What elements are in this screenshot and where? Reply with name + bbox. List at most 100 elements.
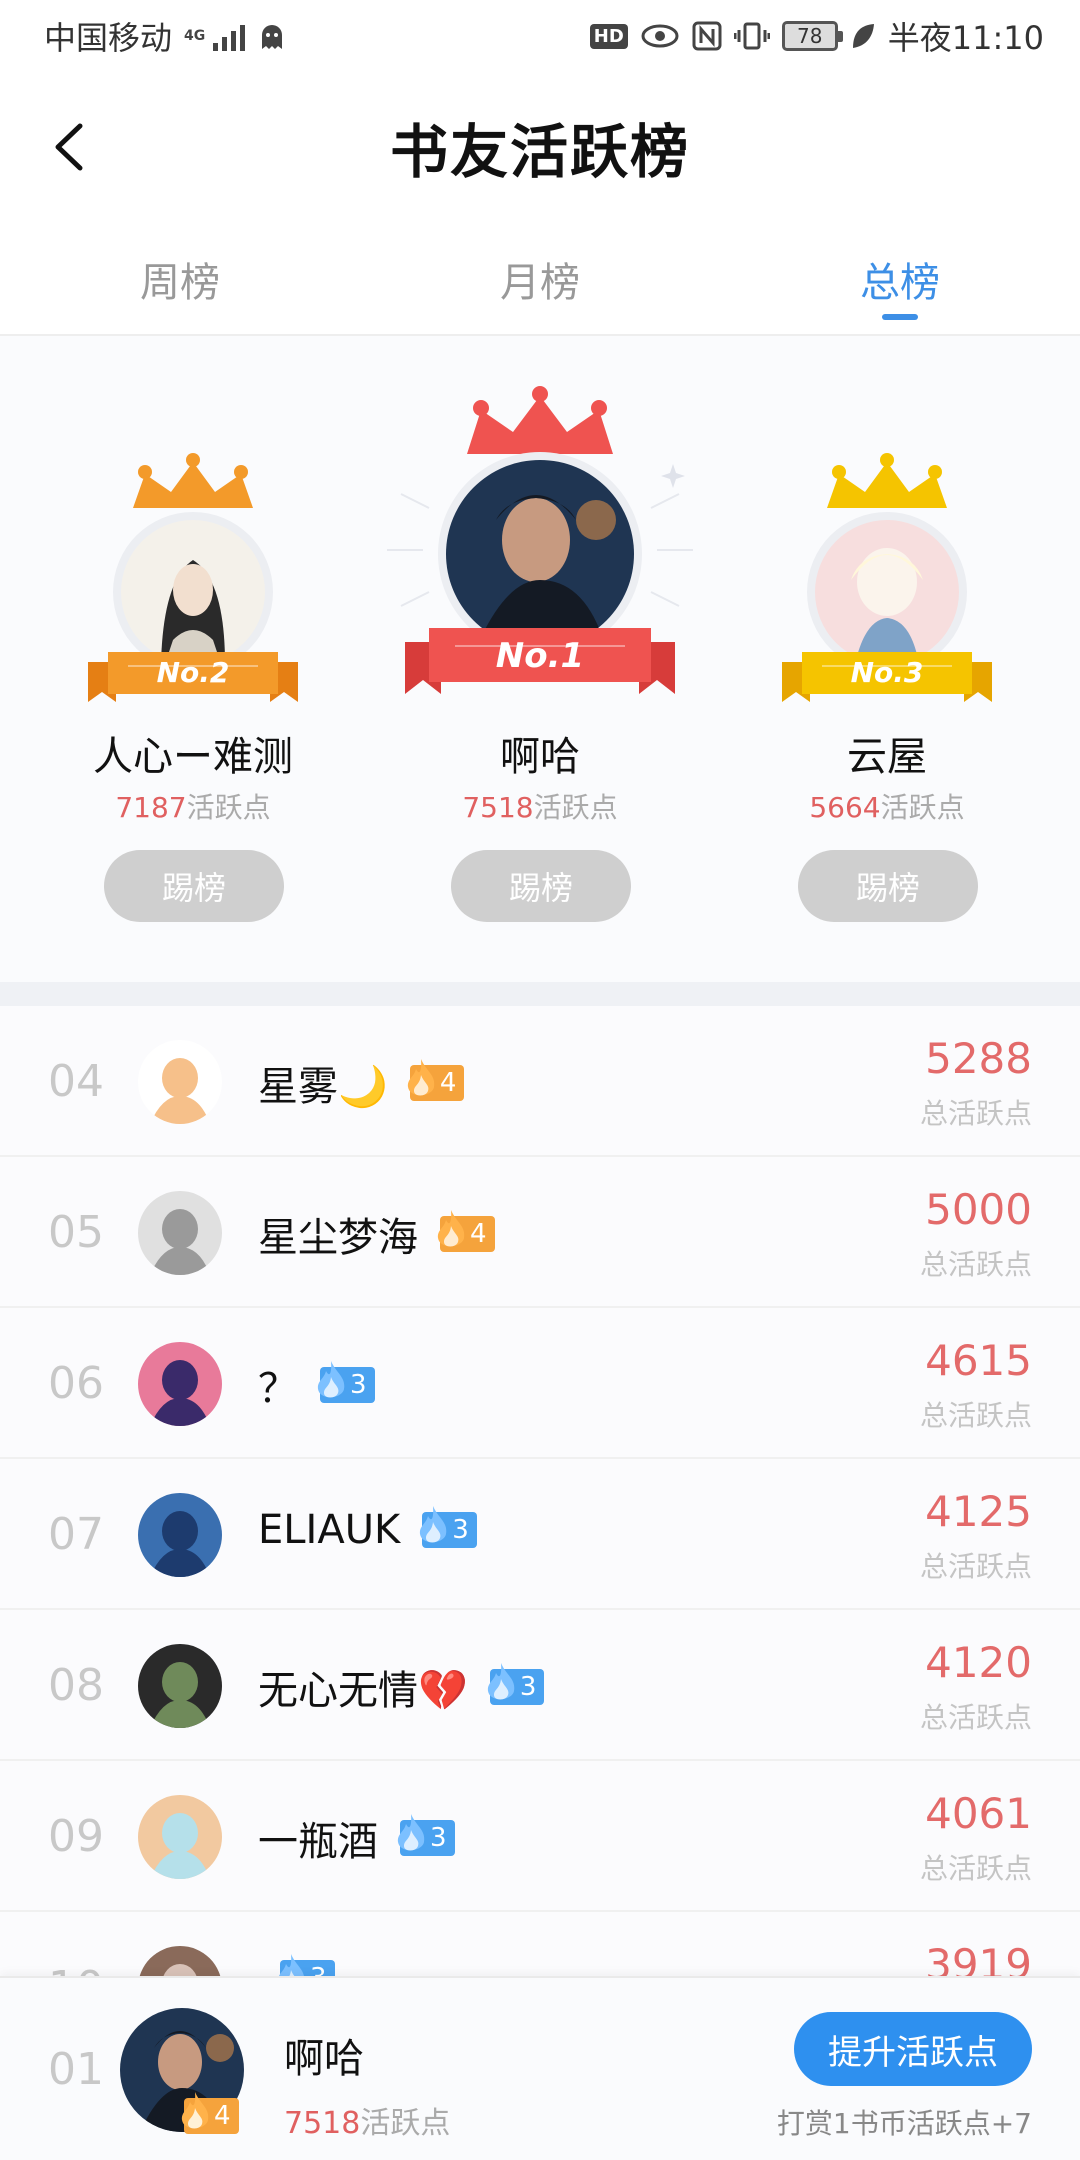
score-value: 7518 bbox=[462, 791, 534, 824]
score-value: 7187 bbox=[115, 791, 187, 824]
activity-score: 5000 bbox=[925, 1185, 1032, 1234]
activity-score-label: 总活跃点 bbox=[919, 1701, 1032, 1734]
rank-number: 04 bbox=[48, 1056, 104, 1107]
podium-score: 7187活跃点 bbox=[20, 786, 366, 826]
rank-badge-label: No.1 bbox=[495, 636, 585, 676]
list-item[interactable]: 06？ 3 4615 总活跃点 bbox=[0, 1308, 1080, 1459]
avatar[interactable] bbox=[138, 1795, 222, 1879]
boost-activity-button[interactable]: 提升活跃点 bbox=[794, 2012, 1032, 2086]
activity-score: 5288 bbox=[925, 1034, 1032, 1083]
nfc-icon bbox=[692, 21, 722, 51]
list-item[interactable]: 07 ELIAUK 3 4125 总活跃点 bbox=[0, 1459, 1080, 1610]
kick-button[interactable]: 踢榜 bbox=[104, 850, 284, 922]
flame-icon bbox=[407, 1059, 435, 1096]
level-number: 4 bbox=[470, 1219, 487, 1249]
list-item[interactable]: 1033919总活跃点 bbox=[0, 1912, 1080, 1976]
avatar[interactable] bbox=[138, 1191, 222, 1275]
list-item[interactable]: 05 星尘梦海 4 5000 总活跃点 bbox=[0, 1157, 1080, 1308]
rank-number: 08 bbox=[48, 1660, 104, 1711]
level-badge: 3 bbox=[487, 1663, 545, 1705]
activity-score: 4125 bbox=[925, 1487, 1032, 1536]
podium-score: 7518活跃点 bbox=[367, 786, 713, 826]
level-badge: 3 bbox=[397, 1814, 455, 1856]
user-name: 星尘梦海 bbox=[258, 1215, 418, 1261]
level-badge: 4 bbox=[407, 1059, 465, 1101]
leaf-icon bbox=[852, 24, 874, 48]
activity-score-label: 总活跃点 bbox=[919, 1550, 1032, 1583]
flame-icon bbox=[397, 1814, 425, 1851]
podium-name: 云屋 bbox=[847, 734, 927, 780]
rank-number: 10 bbox=[48, 1962, 104, 1976]
avatar[interactable] bbox=[138, 1946, 222, 1976]
eye-icon bbox=[641, 24, 679, 48]
avatar[interactable] bbox=[138, 1493, 222, 1577]
rank-number: 05 bbox=[48, 1207, 104, 1258]
kick-button[interactable]: 踢榜 bbox=[798, 850, 978, 922]
score-unit: 活跃点 bbox=[186, 791, 271, 824]
podium-third: No.3 云屋 5664活跃点 踢榜 bbox=[714, 336, 1060, 982]
user-name: 星雾🌙 bbox=[258, 1064, 388, 1110]
level-number: 3 bbox=[350, 1370, 367, 1400]
score-value: 5664 bbox=[809, 791, 881, 824]
list-item[interactable]: 08 无心无情💔 3 4120 总活跃点 bbox=[0, 1610, 1080, 1761]
page-title: 书友活跃榜 bbox=[389, 118, 690, 186]
kick-button[interactable]: 踢榜 bbox=[451, 850, 631, 922]
level-badge: 3 bbox=[420, 1506, 477, 1548]
activity-score-label: 总活跃点 bbox=[919, 1248, 1032, 1281]
battery-icon: 78 bbox=[781, 21, 843, 51]
level-number: 3 bbox=[430, 1823, 447, 1853]
avatar[interactable] bbox=[138, 1040, 222, 1124]
podium-score: 5664活跃点 bbox=[714, 786, 1060, 826]
rank-badge-label: No.2 bbox=[156, 656, 230, 689]
rank-number: 09 bbox=[48, 1811, 104, 1862]
tab-monthly[interactable]: 月榜 bbox=[360, 222, 720, 334]
user-name: ？ bbox=[258, 1366, 298, 1412]
rank-number: 07 bbox=[48, 1509, 104, 1560]
tab-weekly[interactable]: 周榜 bbox=[0, 222, 360, 334]
rank-list[interactable]: 04 星雾🌙 4 5288 总活跃点 05 星尘梦海 4 5000 总活跃点 06？ 3 4615 总活跃… bbox=[0, 1006, 1080, 1976]
section-divider bbox=[0, 982, 1080, 1006]
crown-icon bbox=[133, 453, 253, 508]
flame-icon bbox=[437, 1210, 465, 1247]
list-item[interactable]: 09 一瓶酒 3 4061 总活跃点 bbox=[0, 1761, 1080, 1912]
avatar[interactable] bbox=[138, 1342, 222, 1426]
user-name-row: 无心无情💔 3 bbox=[258, 1658, 545, 1716]
avatar[interactable] bbox=[138, 1644, 222, 1728]
score-value: 7518 bbox=[284, 2106, 361, 2141]
my-rank-bar: 01 4 啊哈 7518活跃点 提升活跃点 打赏1书币活跃点+7 bbox=[0, 1976, 1080, 2160]
clock: 半夜11:10 bbox=[887, 19, 1044, 57]
activity-score: 4615 bbox=[925, 1336, 1032, 1385]
battery-level: 78 bbox=[797, 24, 823, 48]
rank-number: 06 bbox=[48, 1358, 104, 1409]
flame-icon bbox=[487, 1663, 515, 1700]
user-name-row: ？ 3 bbox=[258, 1356, 375, 1414]
tab-total[interactable]: 总榜 bbox=[720, 222, 1080, 334]
level-number: 3 bbox=[519, 1672, 537, 1702]
status-left: 中国移动 4G bbox=[44, 13, 287, 59]
user-name-row: 星尘梦海 4 bbox=[258, 1205, 495, 1263]
user-name: 一瓶酒 bbox=[258, 1819, 378, 1865]
podium-first: No.1 啊哈 7518活跃点 踢榜 bbox=[367, 336, 713, 982]
network-type: 4G bbox=[184, 28, 206, 44]
user-name: ELIAUK bbox=[258, 1507, 401, 1553]
flame-icon bbox=[181, 2092, 209, 2129]
list-item[interactable]: 04 星雾🌙 4 5288 总活跃点 bbox=[0, 1006, 1080, 1157]
level-number: 4 bbox=[439, 1068, 457, 1098]
level-badge: 3 bbox=[279, 1954, 335, 1976]
score-unit: 活跃点 bbox=[880, 791, 965, 824]
user-name-row: 一瓶酒 3 bbox=[258, 1809, 455, 1867]
back-button[interactable] bbox=[36, 112, 106, 182]
podium-name: 人心ー难测 bbox=[93, 734, 293, 780]
signal-icon bbox=[213, 21, 246, 51]
user-name: 无心无情💔 bbox=[258, 1668, 468, 1714]
my-name: 啊哈 bbox=[284, 2036, 364, 2082]
podium-second: No.2 人心ー难测 7187活跃点 踢榜 bbox=[20, 336, 366, 982]
user-name-row: 3 bbox=[258, 1954, 335, 1976]
activity-score: 4120 bbox=[925, 1638, 1032, 1687]
score-unit: 活跃点 bbox=[360, 2106, 451, 2141]
reward-tip: 打赏1书币活跃点+7 bbox=[776, 2107, 1032, 2140]
status-bar: 中国移动 4G HD 78 半夜11:10 bbox=[0, 0, 1080, 72]
ghost-icon bbox=[262, 25, 283, 49]
user-name-row: 星雾🌙 4 bbox=[258, 1054, 465, 1112]
vibrate-icon bbox=[733, 22, 770, 50]
